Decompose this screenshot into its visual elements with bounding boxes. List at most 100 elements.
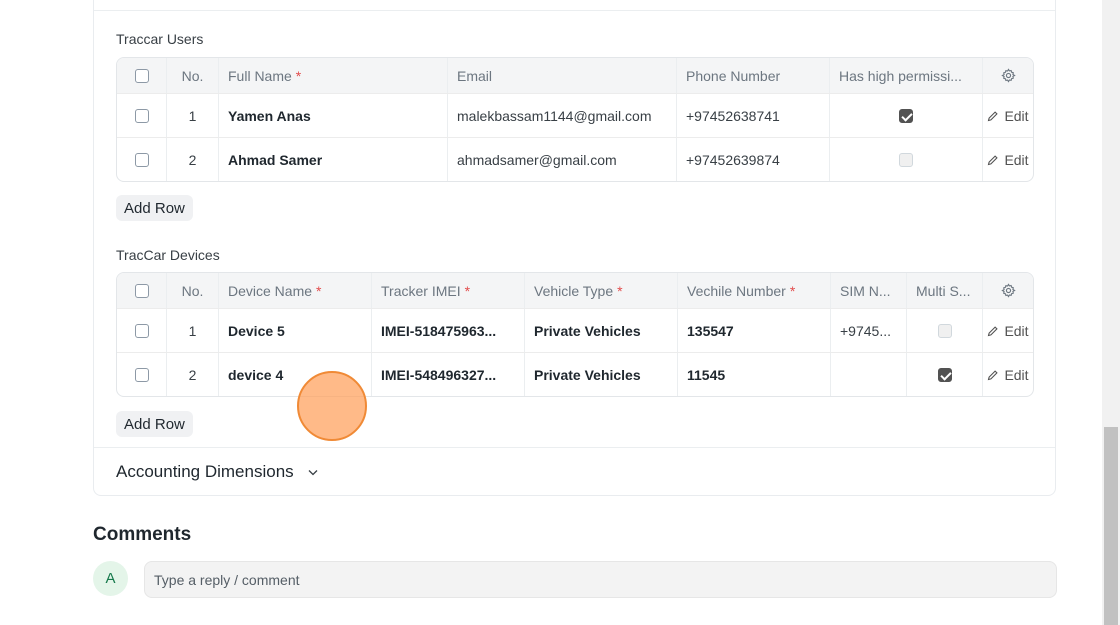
column-header-label: Tracker IMEI [381,282,461,299]
column-header-label: Vechile Number [687,282,786,299]
row-checkbox[interactable] [134,152,149,167]
edit-label: Edit [1004,107,1029,124]
column-header-sim-number[interactable]: SIM N... [831,273,907,308]
required-marker: * [617,282,623,299]
full-name-cell[interactable]: Ahmad Samer [219,138,448,181]
phone-cell[interactable]: +97452638741 [677,94,830,137]
multi-sim-checkbox[interactable] [937,323,952,338]
divider [94,447,1055,448]
column-header-phone[interactable]: Phone Number [677,58,830,93]
traccar-devices-label: TracCar Devices [116,247,220,263]
column-header-full-name[interactable]: Full Name * [219,58,448,93]
select-all-checkbox[interactable] [134,68,149,83]
traccar-devices-grid: No. Device Name * Tracker IMEI * Vehicle T… [116,272,1034,397]
column-header-high-permission[interactable]: Has high permissi... [830,58,983,93]
comment-input[interactable] [144,561,1057,598]
row-number: 2 [167,138,219,181]
row-select-cell [117,94,167,137]
add-device-row-button[interactable]: Add Row [116,411,193,437]
traccar-users-grid: No. Full Name * Email Phone Number Has hi… [116,57,1034,182]
settings-gear-icon [1000,68,1016,83]
chevron-down-icon [308,470,318,476]
required-marker: * [316,282,322,299]
row-select-cell [117,309,167,352]
multi-sim-checkbox[interactable] [937,367,952,382]
grid-header-row: No. Full Name * Email Phone Number Has hi… [117,58,1033,93]
high-permission-cell [830,138,983,181]
edit-label: Edit [1004,322,1029,339]
form-card: Traccar Users No. Full Name * Email Phone… [93,0,1056,496]
high-permission-cell [830,94,983,137]
column-header-vehicle-number[interactable]: Vechile Number * [678,273,831,308]
comments-title: Comments [93,524,192,545]
row-number: 2 [167,353,219,396]
row-checkbox[interactable] [134,323,149,338]
high-permission-checkbox[interactable] [899,152,913,167]
row-number: 1 [167,94,219,137]
edit-row-button[interactable]: Edit [983,309,1033,352]
pencil-edit-icon [988,369,999,380]
vehicle-type-cell[interactable]: Private Vehicles [525,353,678,396]
row-checkbox[interactable] [134,367,149,382]
column-header-multi-sim[interactable]: Multi S... [907,273,983,308]
pencil-edit-icon [988,325,999,336]
sim-number-cell[interactable] [831,353,907,396]
select-all-cell [117,58,167,93]
high-permission-checkbox[interactable] [899,108,913,123]
column-header-device-name[interactable]: Device Name * [219,273,372,308]
vehicle-type-cell[interactable]: Private Vehicles [525,309,678,352]
settings-gear-icon [1000,283,1016,298]
select-all-checkbox[interactable] [134,283,149,298]
edit-label: Edit [1004,366,1029,383]
vehicle-number-cell[interactable]: 135547 [678,309,831,352]
column-header-tracker-imei[interactable]: Tracker IMEI * [372,273,525,308]
multi-sim-cell [907,309,983,352]
edit-row-button[interactable]: Edit [983,138,1033,181]
table-row[interactable]: 2 Ahmad Samer ahmadsamer@gmail.com +9745… [117,137,1033,181]
table-row[interactable]: 1 Device 5 IMEI-518475963... Private Veh… [117,308,1033,352]
column-header-no: No. [167,273,219,308]
column-header-label: Device Name [228,282,313,299]
touch-indicator [297,371,367,441]
scrollbar-thumb[interactable] [1104,427,1118,625]
grid-header-row: No. Device Name * Tracker IMEI * Vehicle T… [117,273,1033,308]
edit-row-button[interactable]: Edit [983,94,1033,137]
row-select-cell [117,353,167,396]
row-select-cell [117,138,167,181]
pencil-edit-icon [988,110,999,121]
column-header-vehicle-type[interactable]: Vehicle Type * [525,273,678,308]
accounting-dimensions-title: Accounting Dimensions [116,462,294,481]
accounting-dimensions-toggle[interactable]: Accounting Dimensions [116,462,320,482]
vehicle-number-cell[interactable]: 11545 [678,353,831,396]
required-marker: * [789,282,796,299]
multi-sim-cell [907,353,983,396]
row-number: 1 [167,309,219,352]
email-cell[interactable]: ahmadsamer@gmail.com [448,138,677,181]
email-cell[interactable]: malekbassam1144@gmail.com [448,94,677,137]
phone-cell[interactable]: +97452639874 [677,138,830,181]
table-row[interactable]: 1 Yamen Anas malekbassam1144@gmail.com +… [117,93,1033,137]
required-marker: * [464,282,471,299]
avatar: A [93,561,128,596]
edit-label: Edit [1004,151,1029,168]
required-marker: * [295,67,302,84]
device-name-cell[interactable]: Device 5 [219,309,372,352]
table-row[interactable]: 2 device 4 IMEI-548496327... Private Veh… [117,352,1033,396]
traccar-users-label: Traccar Users [116,31,204,47]
row-checkbox[interactable] [134,108,149,123]
divider [94,10,1055,11]
pencil-edit-icon [988,154,999,165]
column-header-label: Full Name [228,67,292,84]
full-name-cell[interactable]: Yamen Anas [219,94,448,137]
add-user-row-button[interactable]: Add Row [116,195,193,221]
column-header-label: Vehicle Type [534,282,614,299]
edit-row-button[interactable]: Edit [983,353,1033,396]
select-all-cell [117,273,167,308]
tracker-imei-cell[interactable]: IMEI-518475963... [372,309,525,352]
tracker-imei-cell[interactable]: IMEI-548496327... [372,353,525,396]
column-header-email[interactable]: Email [448,58,677,93]
sim-number-cell[interactable]: +9745... [831,309,907,352]
column-header-no: No. [167,58,219,93]
grid-settings-button[interactable] [983,273,1033,308]
grid-settings-button[interactable] [983,58,1033,93]
